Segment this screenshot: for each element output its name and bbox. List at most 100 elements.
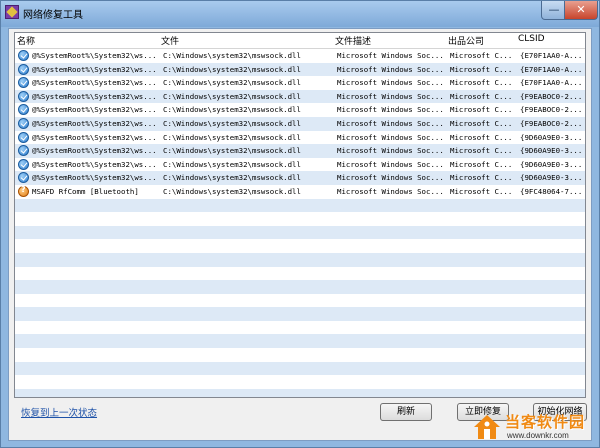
cell-clsid: {E70F1AA0-A...: [520, 64, 583, 74]
cell-name: @%SystemRoot%\System32\ws...: [32, 78, 157, 88]
cell-company: Microsoft C...: [450, 64, 513, 74]
cell-clsid: {F9EABOC0-2...: [520, 91, 583, 101]
empty-row: [15, 280, 585, 294]
empty-row: [15, 294, 585, 308]
check-circle-icon: [18, 63, 29, 75]
table-row[interactable]: @%SystemRoot%\System32\ws... C:\Windows\s…: [15, 89, 585, 104]
empty-row: [15, 198, 585, 213]
table-row[interactable]: @%SystemRoot%\System32\ws... C:\Windows\s…: [15, 62, 585, 77]
cell-desc: Microsoft Windows Soc...: [337, 105, 444, 115]
empty-row: [15, 388, 585, 397]
cell-file: C:\Windows\system32\mswsock.dll: [163, 186, 301, 196]
empty-row: [15, 252, 585, 267]
lsp-list-table[interactable]: 名称 文件 文件描述 出品公司 CLSID @%SystemRoot%\Syst…: [14, 32, 586, 398]
cell-clsid: {F9EABOC0-2...: [520, 105, 583, 115]
cell-name: @%SystemRoot%\System32\ws...: [32, 173, 157, 183]
cell-desc: Microsoft Windows Soc...: [337, 64, 444, 74]
header-desc[interactable]: 文件描述: [335, 34, 371, 47]
cell-desc: Microsoft Windows Soc...: [337, 51, 444, 60]
cell-clsid: {9D60A9E0-3...: [520, 146, 583, 156]
cell-name: @%SystemRoot%\System32\ws...: [32, 105, 157, 115]
cell-file: C:\Windows\system32\mswsock.dll: [163, 173, 301, 183]
empty-row: [15, 307, 585, 321]
cell-desc: Microsoft Windows Soc...: [337, 91, 444, 101]
cell-file: C:\Windows\system32\mswsock.dll: [163, 132, 301, 142]
cell-company: Microsoft C...: [450, 78, 513, 88]
check-circle-icon: [18, 172, 29, 184]
cell-name: @%SystemRoot%\System32\ws...: [32, 64, 157, 74]
table-row[interactable]: @%SystemRoot%\System32\ws... C:\Windows\s…: [15, 144, 585, 158]
cell-desc: Microsoft Windows Soc...: [337, 78, 444, 88]
cell-clsid: {E70F1AA0-A...: [520, 51, 583, 60]
empty-row: [15, 361, 585, 376]
cell-name: @%SystemRoot%\System32\ws...: [32, 91, 157, 101]
cell-desc: Microsoft Windows Soc...: [337, 173, 444, 183]
close-button[interactable]: ✕: [564, 1, 598, 20]
question-circle-icon: [18, 185, 29, 197]
watermark-text: 当客软件园: [505, 413, 586, 431]
cell-name: @%SystemRoot%\System32\ws...: [32, 51, 157, 60]
refresh-button[interactable]: 刷新: [380, 403, 432, 421]
table-row[interactable]: @%SystemRoot%\System32\ws... C:\Windows\s…: [15, 49, 585, 63]
header-file[interactable]: 文件: [161, 34, 179, 47]
cell-file: C:\Windows\system32\mswsock.dll: [163, 64, 301, 74]
cell-clsid: {E70F1AA0-A...: [520, 78, 583, 88]
cell-file: C:\Windows\system32\mswsock.dll: [163, 91, 301, 101]
empty-row: [15, 225, 585, 240]
cell-company: Microsoft C...: [450, 146, 513, 156]
app-icon: [5, 5, 19, 19]
table-row[interactable]: @%SystemRoot%\System32\ws... C:\Windows\s…: [15, 131, 585, 145]
cell-file: C:\Windows\system32\mswsock.dll: [163, 78, 301, 88]
header-company[interactable]: 出品公司: [448, 34, 484, 47]
cell-name: @%SystemRoot%\System32\ws...: [32, 118, 157, 128]
table-row[interactable]: @%SystemRoot%\System32\ws... C:\Windows\s…: [15, 171, 585, 185]
table-row[interactable]: @%SystemRoot%\System32\ws... C:\Windows\s…: [15, 76, 585, 90]
cell-desc: Microsoft Windows Soc...: [337, 159, 444, 169]
cell-clsid: {F9EABOC0-2...: [520, 118, 583, 128]
header-clsid[interactable]: CLSID: [518, 34, 545, 44]
cell-file: C:\Windows\system32\mswsock.dll: [163, 159, 301, 169]
client-area: 名称 文件 文件描述 出品公司 CLSID @%SystemRoot%\Syst…: [8, 28, 592, 441]
cell-name: MSAFD RfComm [Bluetooth]: [32, 186, 139, 196]
cell-desc: Microsoft Windows Soc...: [337, 118, 444, 128]
check-circle-icon: [18, 90, 29, 102]
house-logo-icon: [474, 415, 500, 439]
cell-desc: Microsoft Windows Soc...: [337, 132, 444, 142]
cell-company: Microsoft C...: [450, 105, 513, 115]
table-row[interactable]: MSAFD RfComm [Bluetooth] C:\Windows\syste…: [15, 185, 585, 199]
cell-file: C:\Windows\system32\mswsock.dll: [163, 146, 301, 156]
watermark-logo: 当客软件园 www.downkr.com: [471, 409, 599, 447]
check-circle-icon: [18, 77, 29, 89]
title-bar[interactable]: 网络修复工具 — ✕: [1, 1, 599, 27]
table-body: @%SystemRoot%\System32\ws... C:\Windows\s…: [15, 49, 585, 397]
check-circle-icon: [18, 145, 29, 157]
cell-name: @%SystemRoot%\System32\ws...: [32, 146, 157, 156]
cell-company: Microsoft C...: [450, 51, 513, 60]
cell-company: Microsoft C...: [450, 118, 513, 128]
cell-name: @%SystemRoot%\System32\ws...: [32, 159, 157, 169]
watermark-url: www.downkr.com: [507, 431, 569, 440]
cell-company: Microsoft C...: [450, 132, 513, 142]
cell-company: Microsoft C...: [450, 173, 513, 183]
cell-desc: Microsoft Windows Soc...: [337, 146, 444, 156]
cell-company: Microsoft C...: [450, 91, 513, 101]
cell-clsid: {9D60A9E0-3...: [520, 173, 583, 183]
header-name[interactable]: 名称: [17, 34, 35, 47]
cell-company: Microsoft C...: [450, 186, 513, 196]
cell-clsid: {9D60A9E0-3...: [520, 159, 583, 169]
empty-row: [15, 375, 585, 389]
empty-row: [15, 334, 585, 349]
window-title: 网络修复工具: [23, 10, 83, 21]
cell-file: C:\Windows\system32\mswsock.dll: [163, 51, 301, 60]
restore-previous-link[interactable]: 恢复到上一次状态: [21, 405, 97, 419]
table-row[interactable]: @%SystemRoot%\System32\ws... C:\Windows\s…: [15, 103, 585, 117]
table-row[interactable]: @%SystemRoot%\System32\ws... C:\Windows\s…: [15, 116, 585, 131]
cell-name: @%SystemRoot%\System32\ws...: [32, 132, 157, 142]
empty-row: [15, 212, 585, 226]
check-circle-icon: [18, 50, 29, 61]
table-row[interactable]: @%SystemRoot%\System32\ws... C:\Windows\s…: [15, 158, 585, 172]
check-circle-icon: [18, 104, 29, 116]
cell-file: C:\Windows\system32\mswsock.dll: [163, 105, 301, 115]
empty-row: [15, 267, 585, 281]
empty-row: [15, 348, 585, 362]
